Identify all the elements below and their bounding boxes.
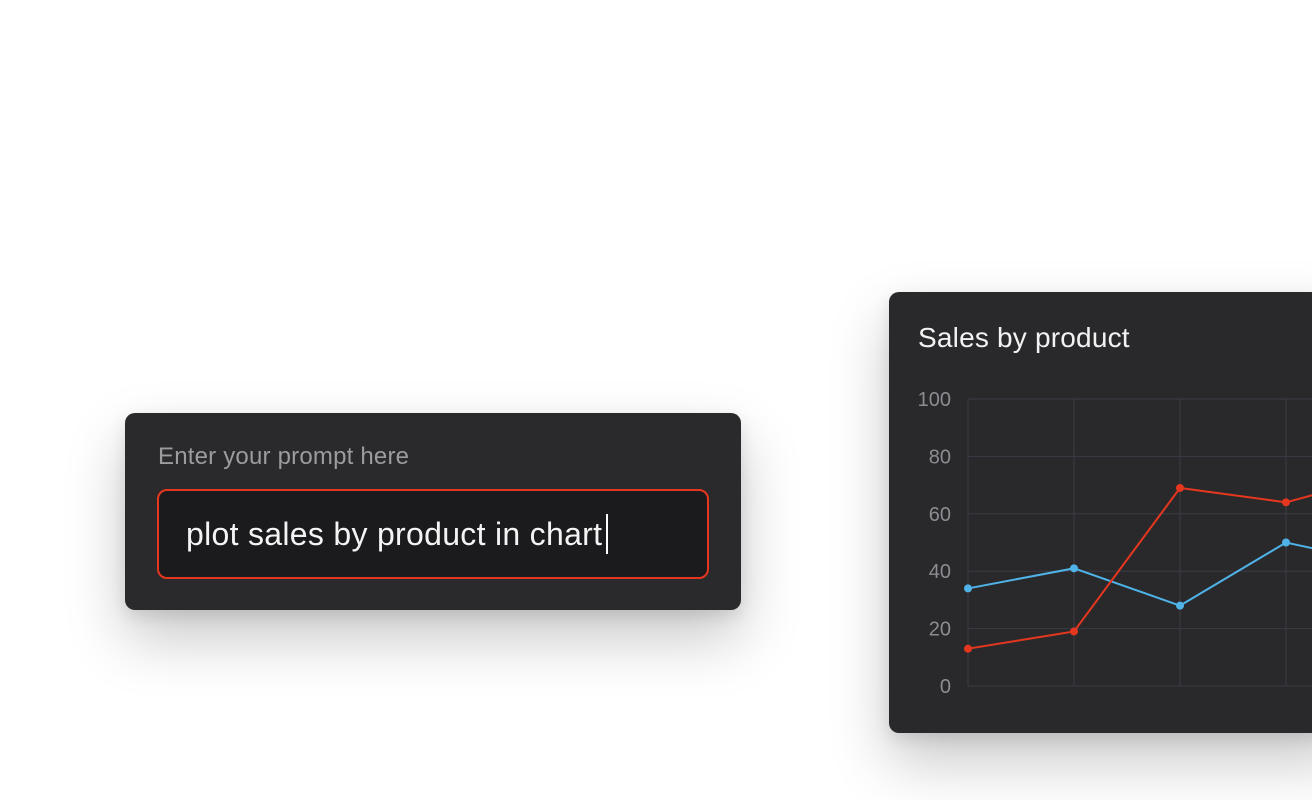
prompt-card: Enter your prompt here plot sales by pro… <box>125 413 741 610</box>
y-tick-label: 40 <box>929 561 951 583</box>
series-line-2 <box>967 486 1312 650</box>
y-tick-label: 100 <box>918 389 951 411</box>
series-line-1 <box>967 541 1312 607</box>
text-caret <box>606 514 609 554</box>
data-point <box>1070 627 1078 636</box>
data-point <box>1282 498 1290 507</box>
data-point <box>1176 601 1184 610</box>
data-point <box>1282 538 1290 547</box>
y-tick-label: 0 <box>940 676 951 698</box>
data-point <box>964 644 972 653</box>
prompt-label: Enter your prompt here <box>158 443 410 470</box>
data-point <box>964 584 972 593</box>
y-tick-label: 80 <box>929 446 951 468</box>
y-tick-label: 20 <box>929 619 951 641</box>
data-point <box>1070 564 1078 573</box>
y-tick-label: 60 <box>929 504 951 526</box>
line-chart: 0 20 40 60 80 100 <box>918 389 1312 698</box>
prompt-input-value: plot sales by product in chart <box>186 515 603 552</box>
prompt-input[interactable]: plot sales by product in chart <box>157 489 709 579</box>
data-point <box>1176 483 1184 492</box>
chart-card: Sales by product 0 20 40 60 80 100 <box>889 292 1312 733</box>
